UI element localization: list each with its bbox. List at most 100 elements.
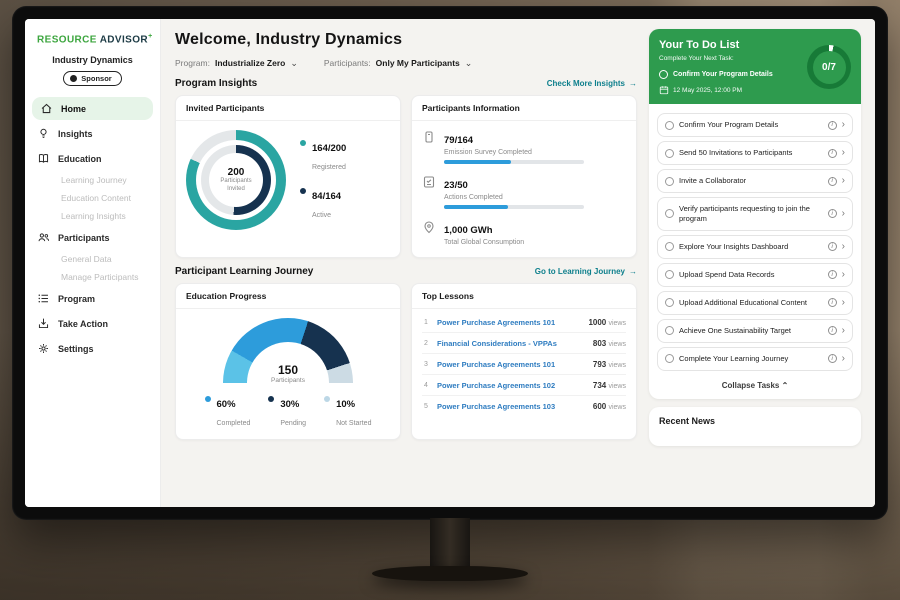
page-title: Welcome, Industry Dynamics [175, 31, 637, 49]
legend-item-pending: 30% Pending [268, 394, 306, 430]
todo-task[interactable]: Complete Your Learning Journey i › [657, 347, 853, 371]
info-icon[interactable]: i [828, 121, 837, 130]
chevron-right-icon[interactable]: › [842, 242, 845, 252]
card-title: Top Lessons [412, 284, 636, 309]
lesson-title-link[interactable]: Power Purchase Agreements 102 [437, 381, 586, 390]
task-checkbox[interactable] [665, 270, 674, 279]
task-checkbox[interactable] [665, 177, 674, 186]
task-checkbox[interactable] [665, 298, 674, 307]
task-checkbox[interactable] [665, 242, 674, 251]
gauge-center-label: Participants [223, 377, 353, 384]
calendar-icon [659, 85, 669, 95]
home-icon [40, 102, 53, 115]
sidebar-item-education[interactable]: Education [25, 147, 160, 170]
chevron-right-icon[interactable]: › [842, 120, 845, 130]
task-checkbox[interactable] [659, 70, 668, 79]
sidebar-item-label: Insights [58, 129, 93, 139]
task-checkbox[interactable] [665, 121, 674, 130]
info-icon[interactable]: i [828, 149, 837, 158]
monitor-stand-base [372, 566, 528, 581]
chevron-right-icon[interactable]: › [842, 209, 845, 219]
todo-task[interactable]: Achieve One Sustainability Target i › [657, 319, 853, 343]
sidebar-item-home[interactable]: Home [32, 97, 153, 120]
todo-task[interactable]: Upload Spend Data Records i › [657, 263, 853, 287]
todo-panel: Your To Do List Complete Your Next Task:… [649, 29, 861, 399]
task-checkbox[interactable] [665, 209, 674, 218]
todo-task[interactable]: Confirm Your Program Details i › [657, 113, 853, 137]
todo-task[interactable]: Upload Additional Educational Content i … [657, 291, 853, 315]
check-more-insights-link[interactable]: Check More Insights → [547, 79, 637, 88]
info-icon[interactable]: i [828, 326, 837, 335]
info-icon[interactable]: i [828, 209, 837, 218]
recent-news-card: Recent News [649, 407, 861, 446]
todo-task[interactable]: Explore Your Insights Dashboard i › [657, 235, 853, 259]
task-checkbox[interactable] [665, 149, 674, 158]
sponsor-badge[interactable]: Sponsor [63, 71, 121, 86]
lesson-title-link[interactable]: Financial Considerations - VPPAs [437, 339, 586, 348]
lesson-views-value: 1000 [588, 318, 606, 327]
info-icon[interactable]: i [828, 354, 837, 363]
task-checkbox[interactable] [665, 326, 674, 335]
chevron-right-icon[interactable]: › [842, 354, 845, 364]
collapse-tasks-button[interactable]: Collapse Tasks ⌃ [649, 375, 861, 397]
chevron-right-icon[interactable]: › [842, 176, 845, 186]
sidebar-item-label: Participants [58, 233, 110, 243]
lesson-views-value: 600 [593, 402, 606, 411]
progress-track [444, 160, 584, 164]
chevron-up-icon: ⌃ [782, 381, 789, 390]
sidebar-item-label: Settings [58, 344, 94, 354]
monitor-stand-neck [430, 518, 470, 570]
action-icon [37, 317, 50, 330]
todo-task[interactable]: Verify participants requesting to join t… [657, 197, 853, 231]
task-label: Upload Additional Educational Content [679, 298, 823, 308]
sidebar-item-manage-participants[interactable]: Manage Participants [25, 268, 160, 286]
legend-label: Active [312, 212, 331, 219]
go-to-learning-journey-link[interactable]: Go to Learning Journey → [535, 267, 637, 276]
sidebar-item-participants[interactable]: Participants [25, 226, 160, 249]
todo-progress-value: 0/7 [813, 51, 846, 84]
lesson-title-link[interactable]: Power Purchase Agreements 103 [437, 402, 586, 411]
info-icon[interactable]: i [828, 270, 837, 279]
chevron-right-icon[interactable]: › [842, 298, 845, 308]
sidebar-item-learning-insights[interactable]: Learning Insights [25, 207, 160, 225]
todo-task[interactable]: Invite a Collaborator i › [657, 169, 853, 193]
collapse-tasks-label: Collapse Tasks [722, 381, 780, 390]
lesson-title-link[interactable]: Power Purchase Agreements 101 [437, 360, 586, 369]
todo-next-task[interactable]: Confirm Your Program Details [659, 67, 799, 82]
progress-fill [444, 205, 508, 209]
chevron-right-icon[interactable]: › [842, 326, 845, 336]
sidebar-item-learning-journey[interactable]: Learning Journey [25, 171, 160, 189]
sidebar-item-label: Education [58, 154, 102, 164]
program-filter[interactable]: Program: Industrialize Zero ⌄ [175, 58, 298, 68]
sidebar-item-education-content[interactable]: Education Content [25, 189, 160, 207]
sidebar-item-general-data[interactable]: General Data [25, 250, 160, 268]
chevron-right-icon[interactable]: › [842, 148, 845, 158]
info-row-consumption: 1,000 GWh Total Global Consumption [422, 220, 626, 246]
invited-participants-card: Invited Participants 200 Participants In… [175, 95, 401, 258]
lesson-views-value: 734 [593, 381, 606, 390]
info-row-survey: 79/164 Emission Survey Completed [422, 130, 626, 164]
program-insights-header: Program Insights Check More Insights → [175, 78, 637, 89]
todo-next-task-label: Confirm Your Program Details [673, 71, 773, 78]
sidebar-item-settings[interactable]: Settings [25, 337, 160, 360]
info-row-actions: 23/50 Actions Completed [422, 175, 626, 209]
legend-item-completed: 60% Completed [205, 394, 251, 430]
sidebar-item-take-action[interactable]: Take Action [25, 312, 160, 335]
task-label: Send 50 Invitations to Participants [679, 148, 823, 158]
info-icon[interactable]: i [828, 177, 837, 186]
lesson-rank: 1 [422, 319, 430, 326]
task-checkbox[interactable] [665, 354, 674, 363]
lesson-rank: 5 [422, 403, 430, 410]
lesson-title-link[interactable]: Power Purchase Agreements 101 [437, 318, 581, 327]
todo-task[interactable]: Send 50 Invitations to Participants i › [657, 141, 853, 165]
sidebar-item-program[interactable]: Program [25, 287, 160, 310]
participants-filter[interactable]: Participants: Only My Participants ⌄ [324, 58, 472, 68]
legend-label: Completed [217, 420, 251, 427]
info-icon[interactable]: i [828, 242, 837, 251]
info-icon[interactable]: i [828, 298, 837, 307]
info-value: 79/164 [444, 135, 473, 146]
invited-donut-chart: 200 Participants Invited [186, 130, 286, 230]
sidebar-item-insights[interactable]: Insights [25, 122, 160, 145]
sidebar: RESOURCE ADVISOR+ Industry Dynamics Spon… [25, 19, 161, 507]
chevron-right-icon[interactable]: › [842, 270, 845, 280]
